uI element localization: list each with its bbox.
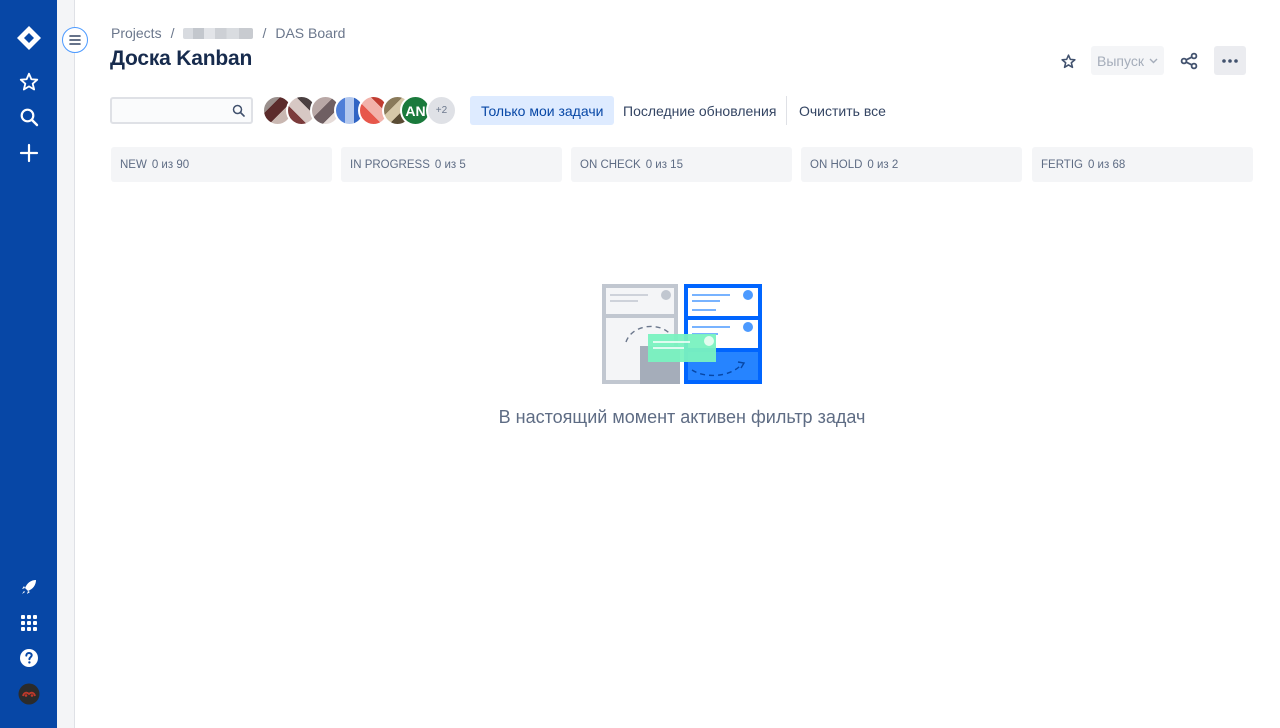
only-my-issues-filter[interactable]: Только мои задачи bbox=[470, 96, 615, 125]
column-name: ON CHECK bbox=[580, 158, 641, 171]
more-icon bbox=[1222, 58, 1238, 63]
clear-all-filters-button[interactable]: Очистить все bbox=[788, 96, 897, 125]
recently-updated-filter[interactable]: Последние обновления bbox=[612, 96, 787, 125]
breadcrumb: Projects / / DAS Board bbox=[111, 25, 345, 41]
filter-divider bbox=[786, 96, 787, 125]
breadcrumb-projects[interactable]: Projects bbox=[111, 25, 162, 41]
expand-sidebar-button[interactable] bbox=[62, 27, 88, 53]
more-assignees-button[interactable]: +2 bbox=[426, 95, 457, 126]
search-icon[interactable] bbox=[10, 101, 47, 133]
page-title: Доска Kanban bbox=[110, 47, 253, 70]
user-avatar[interactable] bbox=[10, 678, 47, 710]
column-count: 0 из 90 bbox=[151, 158, 190, 171]
more-actions-button[interactable] bbox=[1214, 46, 1246, 75]
breadcrumb-separator: / bbox=[170, 25, 175, 41]
chevron-down-icon bbox=[1149, 58, 1158, 63]
column-header-on-check[interactable]: ON CHECK 0 из 15 bbox=[571, 147, 792, 182]
rocket-icon[interactable] bbox=[10, 571, 47, 603]
breadcrumb-separator: / bbox=[262, 25, 267, 41]
column-count: 0 из 2 bbox=[867, 158, 899, 171]
help-icon[interactable] bbox=[10, 642, 47, 674]
breadcrumb-project-redacted[interactable] bbox=[183, 27, 254, 39]
column-name: FERTIG bbox=[1041, 158, 1083, 171]
release-button[interactable]: Выпуск bbox=[1091, 46, 1164, 75]
app-switcher-icon[interactable] bbox=[10, 607, 47, 639]
column-name: NEW bbox=[120, 158, 147, 171]
share-button[interactable] bbox=[1177, 49, 1201, 73]
board-search-field bbox=[110, 97, 253, 124]
star-icon bbox=[1060, 53, 1076, 68]
column-header-on-hold[interactable]: ON HOLD 0 из 2 bbox=[801, 147, 1022, 182]
menu-icon bbox=[69, 35, 81, 45]
project-sidebar-collapsed bbox=[57, 0, 75, 728]
column-count: 0 из 15 bbox=[645, 158, 683, 171]
star-board-button[interactable] bbox=[1056, 49, 1080, 73]
search-icon bbox=[232, 104, 245, 117]
star-icon[interactable] bbox=[10, 66, 47, 98]
column-header-fertig[interactable]: FERTIG 0 из 68 bbox=[1032, 147, 1253, 182]
column-name: IN PROGRESS bbox=[350, 158, 430, 171]
jira-logo-icon[interactable] bbox=[10, 22, 47, 54]
column-name: ON HOLD bbox=[810, 158, 863, 171]
empty-board-illustration bbox=[602, 284, 762, 384]
column-header-new[interactable]: NEW 0 из 90 bbox=[111, 147, 332, 182]
empty-state-message: В настоящий момент активен фильтр задач bbox=[498, 407, 866, 427]
global-navigation bbox=[0, 0, 57, 728]
column-count: 0 из 68 bbox=[1087, 158, 1126, 171]
column-header-in-progress[interactable]: IN PROGRESS 0 из 5 bbox=[341, 147, 562, 182]
breadcrumb-board[interactable]: DAS Board bbox=[275, 25, 345, 41]
share-icon bbox=[1180, 52, 1198, 70]
plus-icon[interactable] bbox=[10, 137, 47, 169]
board-search-input[interactable] bbox=[112, 99, 222, 122]
column-count: 0 из 5 bbox=[434, 158, 466, 171]
release-label: Выпуск bbox=[1097, 52, 1144, 69]
